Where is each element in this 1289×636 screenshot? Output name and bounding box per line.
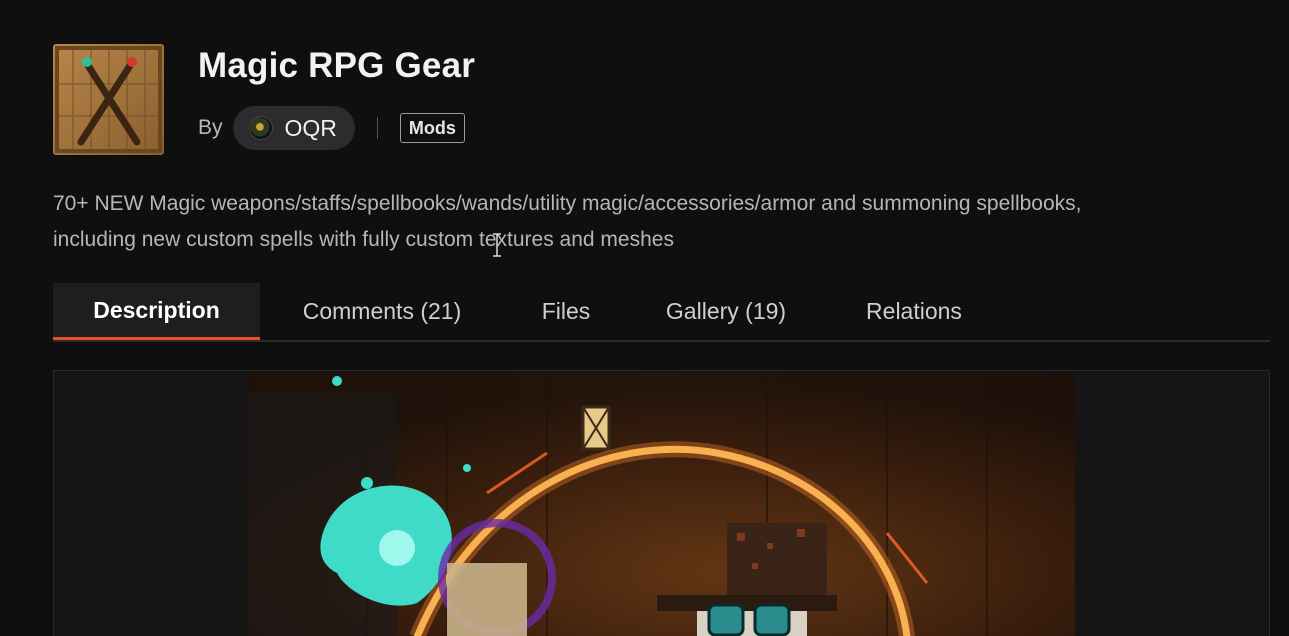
category-tag[interactable]: Mods xyxy=(399,113,465,143)
summary-line: 70+ NEW Magic weapons/staffs/spellbooks/… xyxy=(53,192,1082,215)
text-cursor-icon xyxy=(493,233,501,257)
author-avatar xyxy=(248,116,273,140)
gameplay-image xyxy=(247,373,1075,636)
mod-title: Magic RPG Gear xyxy=(198,46,476,85)
summary-line: including new custom spells with fully c… xyxy=(53,228,674,251)
mod-tabs: Description Comments (21) Files Gallery … xyxy=(53,283,1270,342)
by-label: By xyxy=(198,116,223,139)
mod-summary: 70+ NEW Magic weapons/staffs/spellbooks/… xyxy=(53,186,1253,258)
crossed-staves-icon xyxy=(53,44,164,155)
tab-files[interactable]: Files xyxy=(504,283,628,340)
mod-thumbnail[interactable] xyxy=(53,44,164,155)
mod-page: Magic RPG Gear By OQR Mods 70+ NEW Magic… xyxy=(0,0,1289,636)
mod-screenshot xyxy=(247,373,1075,636)
description-panel xyxy=(53,370,1270,636)
author-name: OQR xyxy=(284,114,337,141)
author-link[interactable]: OQR xyxy=(232,106,355,150)
divider xyxy=(376,117,378,139)
tab-relations[interactable]: Relations xyxy=(824,283,1004,340)
tab-description[interactable]: Description xyxy=(53,283,260,340)
byline: By OQR Mods xyxy=(198,106,465,150)
tab-gallery[interactable]: Gallery (19) xyxy=(628,283,824,340)
tab-comments[interactable]: Comments (21) xyxy=(260,283,504,340)
